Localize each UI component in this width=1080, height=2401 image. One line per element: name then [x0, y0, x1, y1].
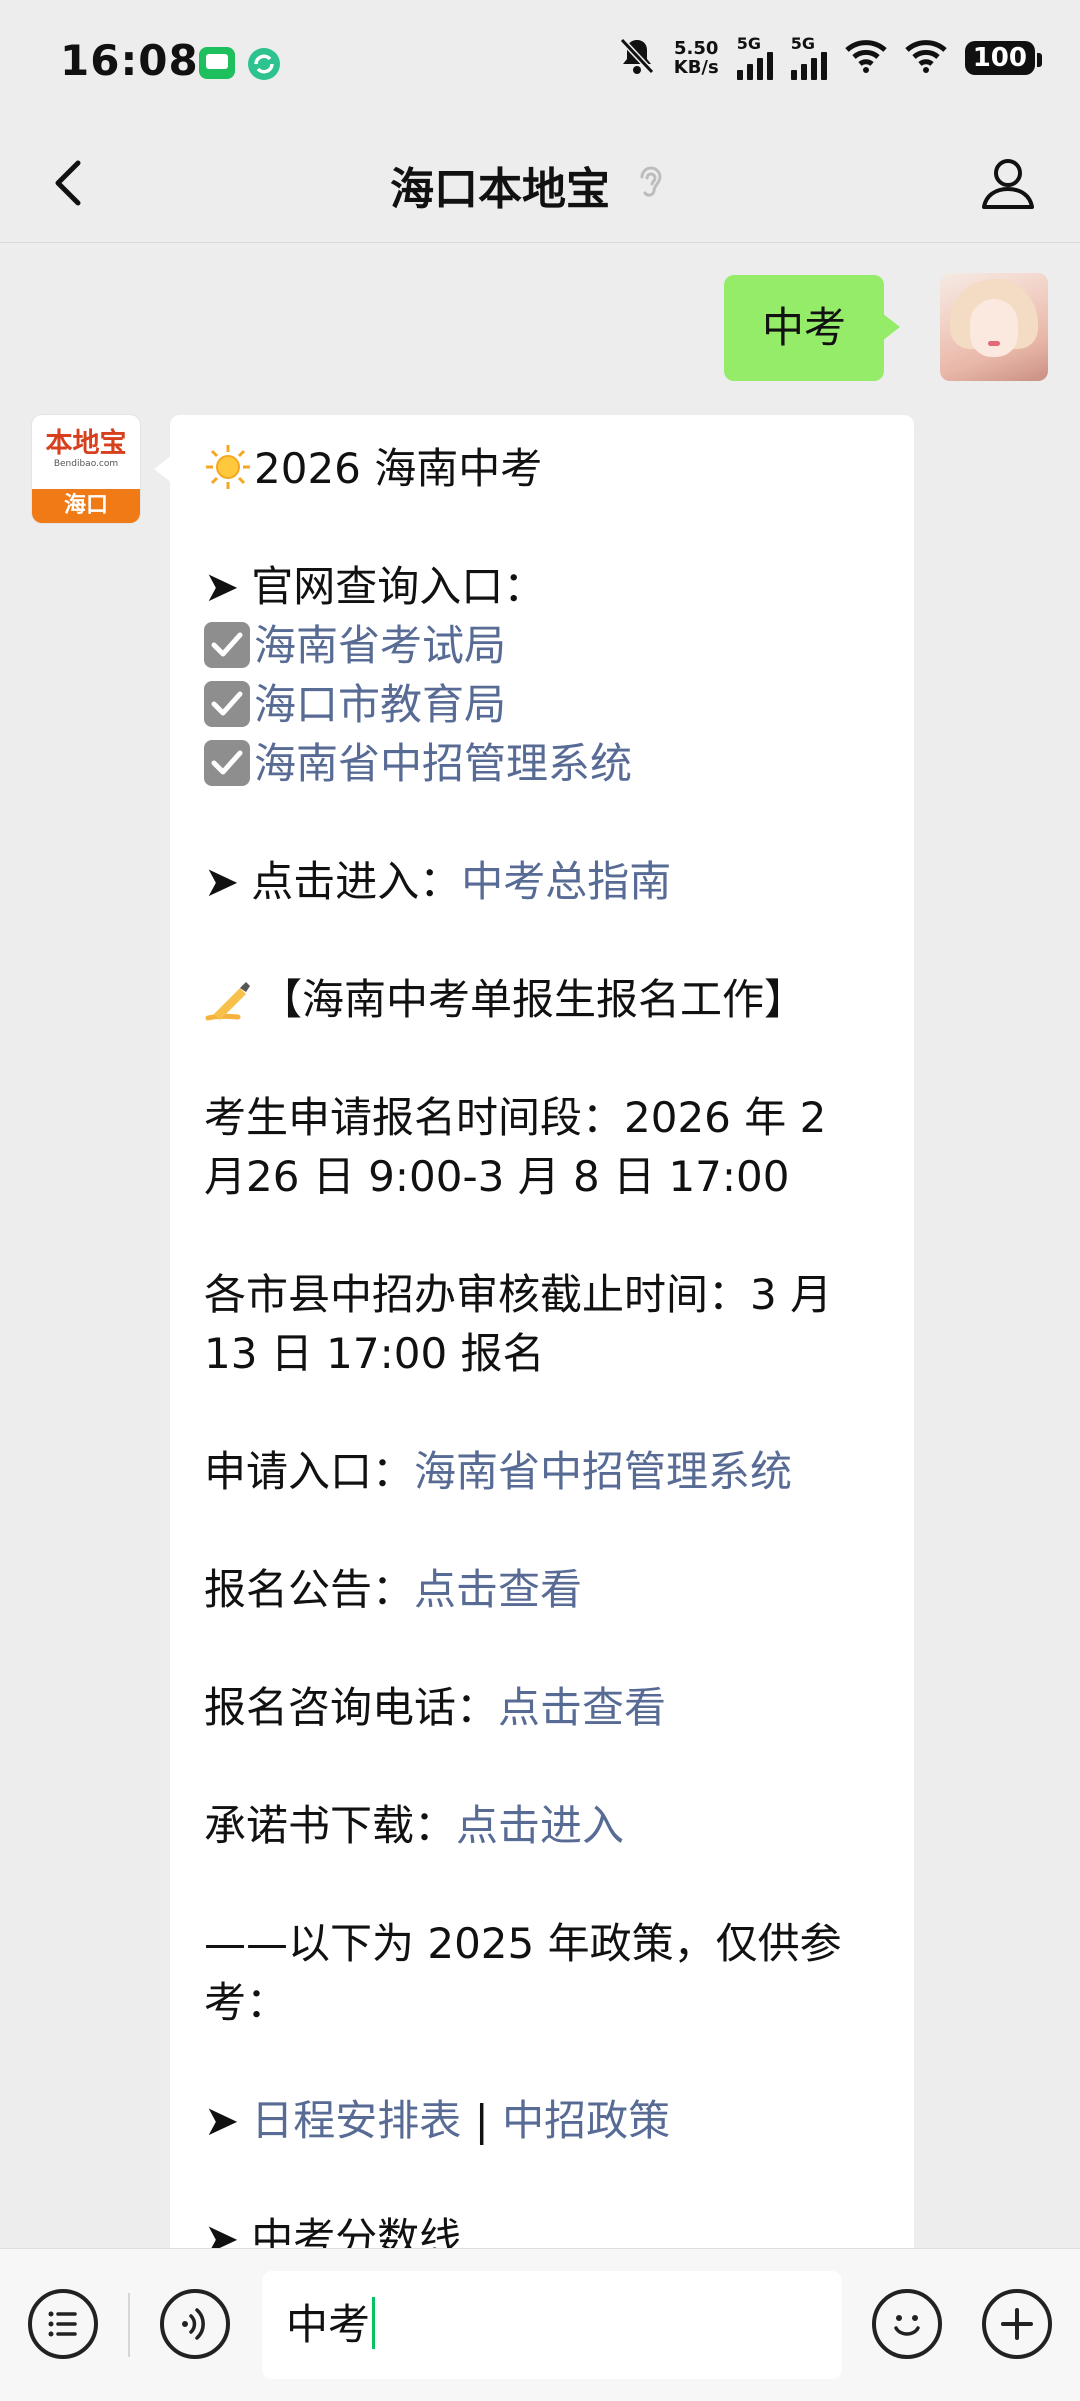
battery-icon: 100 — [964, 41, 1043, 75]
link-notice[interactable]: 点击查看 — [414, 1565, 582, 1614]
official-entry-line: ➤ 官网查询入口： — [204, 557, 894, 616]
sync-app-icon — [246, 46, 282, 86]
message-input[interactable]: 中考 — [262, 2271, 842, 2379]
notice-line: 报名公告：点击查看 — [204, 1560, 894, 1619]
sim2-signal-icon: 5G — [790, 34, 827, 80]
apply-entry-line: 申请入口：海南省中招管理系统 — [204, 1442, 894, 1501]
logo-city: 海口 — [32, 489, 140, 523]
plus-icon[interactable] — [982, 2289, 1052, 2359]
pledge-line: 承诺书下载：点击进入 — [204, 1796, 894, 1855]
score-line-text: 中考分数线 — [251, 2214, 462, 2248]
bot-message-content: 2026 海南中考 ➤ 官网查询入口： 海南省考试局 海口市教育局 海南省中招管理… — [204, 439, 894, 2248]
phone-label: 报名咨询电话： — [204, 1683, 499, 1732]
arrow-icon: ➤ — [204, 562, 240, 611]
pledge-label: 承诺书下载： — [204, 1801, 457, 1850]
message-app-icon — [198, 46, 236, 84]
bendibao-logo: 本地宝 Bendibao.com — [32, 415, 140, 489]
official-link-row: 海南省考试局 — [204, 616, 894, 675]
user-message-bubble[interactable]: 中考 — [723, 275, 901, 381]
menu-list-icon[interactable] — [28, 2289, 98, 2359]
link-phone[interactable]: 点击查看 — [498, 1683, 666, 1732]
back-icon[interactable] — [40, 153, 100, 213]
message-input-value: 中考 — [286, 2300, 371, 2349]
wifi2-icon — [905, 39, 947, 77]
message-title: 2026 海南中考 — [254, 444, 543, 493]
bot-avatar[interactable]: 本地宝 Bendibao.com 海口 — [32, 415, 140, 523]
net-speed: 5.50 KB/s — [674, 39, 719, 77]
official-link-row: 海口市教育局 — [204, 675, 894, 734]
section-title-line: 【海南中考单报生报名工作】 — [204, 970, 894, 1029]
check-box-icon — [204, 622, 250, 668]
link-policy[interactable]: 中招政策 — [502, 2096, 670, 2145]
review-deadline-line-1: 各市县中招办审核截止时间：3 月 — [204, 1270, 833, 1319]
link-haikou-education-bureau[interactable]: 海口市教育局 — [254, 680, 506, 729]
text-cursor — [372, 2297, 376, 2349]
phone-line: 报名咨询电话：点击查看 — [204, 1678, 894, 1737]
official-link-row: 海南省中招管理系统 — [204, 734, 894, 793]
sim1-signal-icon: 5G — [736, 34, 773, 80]
status-bar: 16:08 5.50 KB/s 5G 5G 100 — [0, 0, 1080, 125]
net-speed-value: 5.50 — [674, 38, 719, 59]
separator: | — [474, 2096, 489, 2145]
voice-icon[interactable] — [160, 2289, 230, 2359]
review-deadline-line-2: 13 日 17:00 报名 — [204, 1329, 545, 1378]
message-title-line: 2026 海南中考 — [204, 439, 894, 498]
apply-period-line-1: 考生申请报名时间段：2026 年 2 — [204, 1093, 827, 1142]
input-bar: 中考 — [0, 2248, 1080, 2401]
guide-label: 点击进入： — [251, 857, 462, 906]
link-pledge-download[interactable]: 点击进入 — [456, 1801, 624, 1850]
writing-hand-icon — [204, 974, 254, 1024]
link-hainan-exam-bureau[interactable]: 海南省考试局 — [254, 621, 506, 670]
chat-title: 海口本地宝 — [390, 153, 666, 217]
logo-brand-cn: 本地宝 — [45, 428, 127, 459]
sim2-label: 5G — [790, 34, 815, 53]
arrow-icon: ➤ — [204, 2214, 240, 2248]
arrow-icon: ➤ — [204, 857, 240, 906]
official-entry-label: 官网查询入口： — [251, 562, 546, 611]
check-box-icon — [204, 740, 250, 786]
arrow-icon: ➤ — [204, 2096, 240, 2145]
wifi-icon — [845, 39, 887, 77]
sun-icon — [204, 443, 252, 491]
apply-entry-label: 申请入口： — [204, 1447, 415, 1496]
link-enrollment-system[interactable]: 海南省中招管理系统 — [254, 739, 632, 788]
mute-bell-icon — [618, 36, 656, 80]
link-apply-entry[interactable]: 海南省中招管理系统 — [414, 1447, 792, 1496]
status-time: 16:08 — [60, 36, 199, 85]
emoji-icon[interactable] — [872, 2289, 942, 2359]
score-line-row: ➤ 中考分数线 — [204, 2209, 894, 2248]
section-title: 【海南中考单报生报名工作】 — [260, 975, 807, 1024]
bot-message-bubble[interactable]: 2026 海南中考 ➤ 官网查询入口： 海南省考试局 海口市教育局 海南省中招管理… — [154, 415, 914, 2248]
check-box-icon — [204, 681, 250, 727]
sim1-label: 5G — [736, 34, 761, 53]
user-avatar[interactable] — [940, 273, 1048, 381]
ear-icon — [636, 163, 666, 207]
link-exam-guide[interactable]: 中考总指南 — [461, 857, 671, 906]
logo-brand-en: Bendibao.com — [53, 459, 119, 469]
notice-label: 报名公告： — [204, 1565, 415, 1614]
guide-line: ➤ 点击进入：中考总指南 — [204, 852, 894, 911]
profile-icon[interactable] — [976, 151, 1040, 215]
input-divider — [128, 2293, 130, 2357]
reference-note-line-1: ——以下为 2025 年政策，仅供参 — [204, 1919, 842, 1968]
apply-period-line-2: 月26 日 9:00-3 月 8 日 17:00 — [204, 1152, 790, 1201]
link-schedule[interactable]: 日程安排表 — [251, 2096, 461, 2145]
chat-header: 海口本地宝 — [0, 125, 1080, 243]
schedule-policy-line: ➤ 日程安排表 | 中招政策 — [204, 2091, 894, 2150]
chat-title-text: 海口本地宝 — [390, 164, 610, 215]
reference-note-line-2: 考： — [204, 1978, 289, 2027]
net-speed-unit: KB/s — [673, 57, 719, 78]
chat-area[interactable]: 中考 本地宝 Bendibao.com 海口 2026 海南中考 ➤ 官网查询入口… — [0, 243, 1080, 2248]
